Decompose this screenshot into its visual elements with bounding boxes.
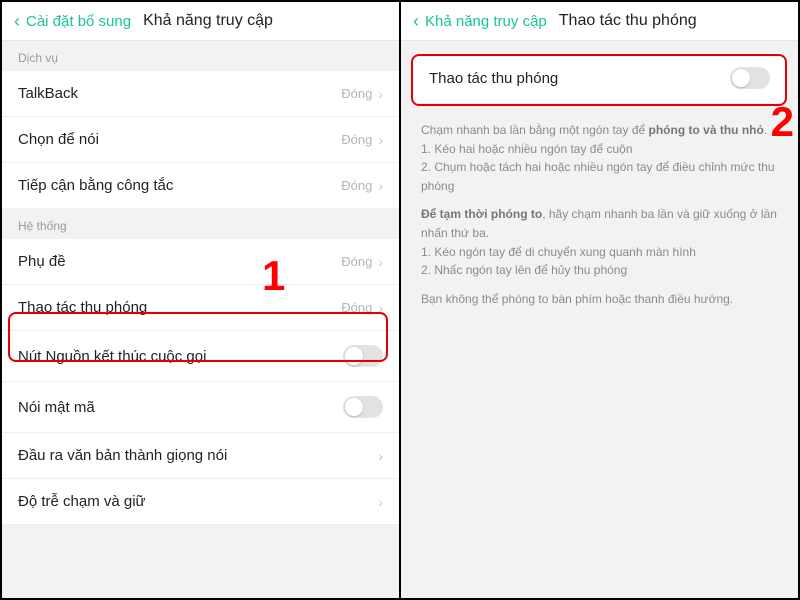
desc-bold: phóng to và thu nhỏ (649, 123, 764, 137)
desc-bold: Để tạm thời phóng to (421, 207, 542, 221)
chevron-right-icon: › (378, 494, 383, 510)
card-label: Thao tác thu phóng (429, 70, 558, 87)
chevron-right-icon: › (378, 300, 383, 316)
page-title: Khả năng truy cập (143, 12, 273, 30)
row-power-end-call[interactable]: Nút Nguồn kết thúc cuộc gọi (2, 331, 399, 382)
section-header-services: Dịch vụ (2, 41, 399, 71)
header-left: ‹ Cài đặt bổ sung Khả năng truy cập (2, 2, 399, 41)
chevron-right-icon: › (378, 178, 383, 194)
toggle-switch[interactable] (343, 396, 383, 418)
desc-line: 1. Kéo hai hoặc nhiều ngón tay để cuộn (421, 142, 633, 156)
row-magnification[interactable]: Thao tác thu phóng Đóng › (2, 285, 399, 331)
row-label: Thao tác thu phóng (18, 299, 341, 316)
toggle-switch[interactable] (343, 345, 383, 367)
row-status: Đóng (341, 86, 372, 101)
chevron-right-icon: › (378, 132, 383, 148)
tutorial-side-by-side: ‹ Cài đặt bổ sung Khả năng truy cập Dịch… (0, 0, 800, 600)
desc-text: Chạm nhanh ba lần bằng một ngón tay để (421, 123, 649, 137)
chevron-right-icon: › (378, 448, 383, 464)
desc-line: 2. Chụm hoặc tách hai hoặc nhiều ngón ta… (421, 160, 775, 193)
chevron-right-icon: › (378, 86, 383, 102)
row-touch-hold-delay[interactable]: Độ trễ chạm và giữ › (2, 479, 399, 525)
page-title: Thao tác thu phóng (559, 12, 697, 30)
row-status: Đóng (341, 300, 372, 315)
row-status: Đóng (341, 254, 372, 269)
row-label: TalkBack (18, 85, 341, 102)
row-tts-output[interactable]: Đầu ra văn bản thành giọng nói › (2, 433, 399, 479)
magnification-toggle-card[interactable]: Thao tác thu phóng (413, 53, 786, 103)
right-panel: ‹ Khả năng truy cập Thao tác thu phóng T… (401, 2, 798, 598)
row-captions[interactable]: Phụ đề Đóng › (2, 239, 399, 285)
description-text: Chạm nhanh ba lần bằng một ngón tay để p… (401, 115, 798, 324)
chevron-right-icon: › (378, 254, 383, 270)
desc-text: . (764, 123, 767, 137)
row-label: Nút Nguồn kết thúc cuộc gọi (18, 348, 343, 365)
desc-line: 1. Kéo ngón tay để di chuyển xung quanh … (421, 245, 696, 259)
row-status: Đóng (341, 178, 372, 193)
desc-line: 2. Nhấc ngón tay lên để hủy thu phóng (421, 263, 627, 277)
row-label: Nói mật mã (18, 399, 343, 416)
row-label: Độ trễ chạm và giữ (18, 493, 378, 510)
left-panel: ‹ Cài đặt bổ sung Khả năng truy cập Dịch… (2, 2, 401, 598)
row-speak-passwords[interactable]: Nói mật mã (2, 382, 399, 433)
back-button[interactable]: Khả năng truy cập (425, 13, 547, 30)
back-chevron-icon[interactable]: ‹ (413, 12, 419, 30)
desc-paragraph: Bạn không thể phóng to bàn phím hoặc tha… (421, 290, 778, 309)
back-chevron-icon[interactable]: ‹ (14, 12, 20, 30)
row-label: Tiếp cận bằng công tắc (18, 177, 341, 194)
header-right: ‹ Khả năng truy cập Thao tác thu phóng (401, 2, 798, 41)
row-label: Đầu ra văn bản thành giọng nói (18, 447, 378, 464)
row-label: Chọn để nói (18, 131, 341, 148)
toggle-switch[interactable] (730, 67, 770, 89)
row-switch-access[interactable]: Tiếp cận bằng công tắc Đóng › (2, 163, 399, 209)
row-select-to-speak[interactable]: Chọn để nói Đóng › (2, 117, 399, 163)
back-button[interactable]: Cài đặt bổ sung (26, 13, 131, 30)
row-label: Phụ đề (18, 253, 341, 270)
section-header-system: Hệ thống (2, 209, 399, 239)
row-status: Đóng (341, 132, 372, 147)
row-talkback[interactable]: TalkBack Đóng › (2, 71, 399, 117)
